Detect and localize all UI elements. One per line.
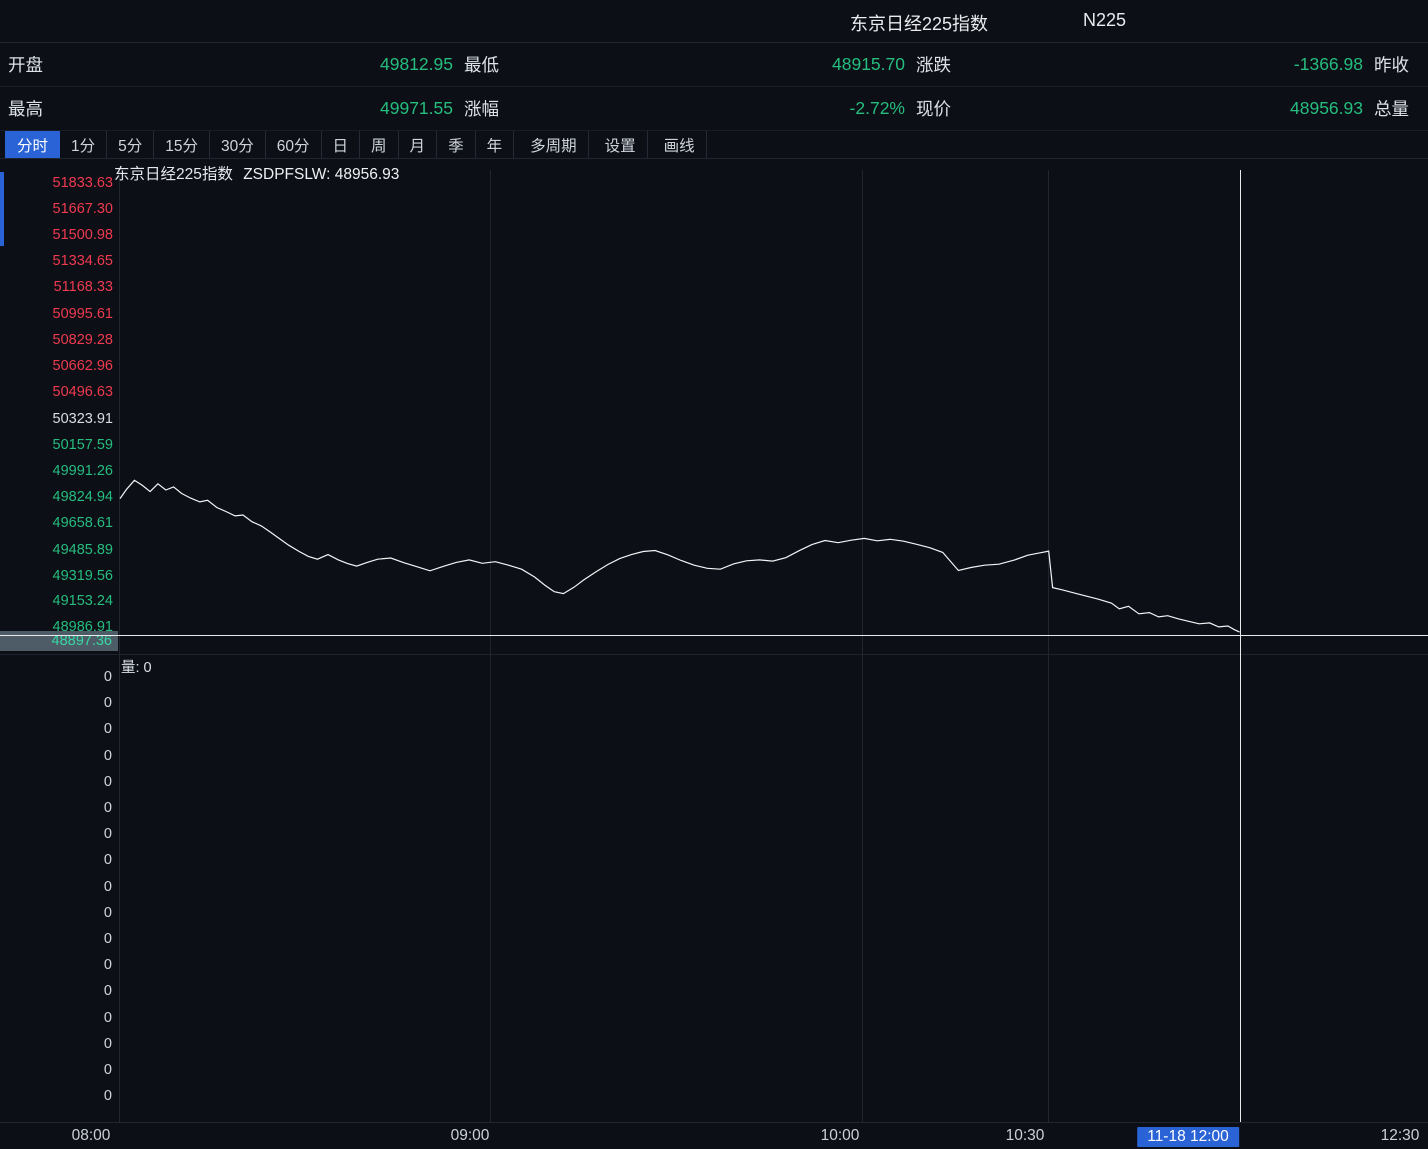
time-label: 10:00	[821, 1127, 860, 1145]
y-axis-label: 51168.33	[0, 279, 113, 295]
crosshair-vertical-line[interactable]	[1240, 170, 1241, 1122]
y-axis-label: 51667.30	[0, 201, 113, 217]
price-polyline	[120, 480, 1240, 632]
chart-legend: 东京日经225指数 ZSDPFSLW: 48956.93	[114, 162, 399, 184]
y-axis-label: 50323.91	[0, 411, 113, 427]
time-label: 10:30	[1006, 1127, 1045, 1145]
y-axis-label: 50662.96	[0, 358, 113, 374]
legend-instrument-name: 东京日经225指数	[114, 166, 233, 183]
y-axis-label: 50496.63	[0, 384, 113, 400]
y-axis-label: 51833.63	[0, 175, 113, 191]
y-axis-label: 49319.56	[0, 568, 113, 584]
volume-label: 量: 0	[121, 656, 152, 677]
crosshair-horizontal-line[interactable]	[0, 635, 1428, 636]
time-label: 08:00	[72, 1127, 111, 1145]
scrollbar-thumb	[0, 172, 4, 246]
y-axis-label: 49485.89	[0, 542, 113, 558]
legend-indicator-value: ZSDPFSLW: 48956.93	[243, 166, 399, 183]
time-label: 09:00	[451, 1127, 490, 1145]
y-axis-label: 51500.98	[0, 227, 113, 243]
y-axis-label: 51334.65	[0, 253, 113, 269]
time-label: 12:30	[1381, 1127, 1420, 1145]
y-axis-label: 49991.26	[0, 463, 113, 479]
y-axis-label: 50157.59	[0, 437, 113, 453]
y-axis-label: 50995.61	[0, 306, 113, 322]
y-axis-label: 49153.24	[0, 593, 113, 609]
y-axis-label: 49658.61	[0, 515, 113, 531]
time-label-current: 11-18 12:00	[1137, 1127, 1239, 1147]
y-axis-label: 49824.94	[0, 489, 113, 505]
y-axis-label: 50829.28	[0, 332, 113, 348]
